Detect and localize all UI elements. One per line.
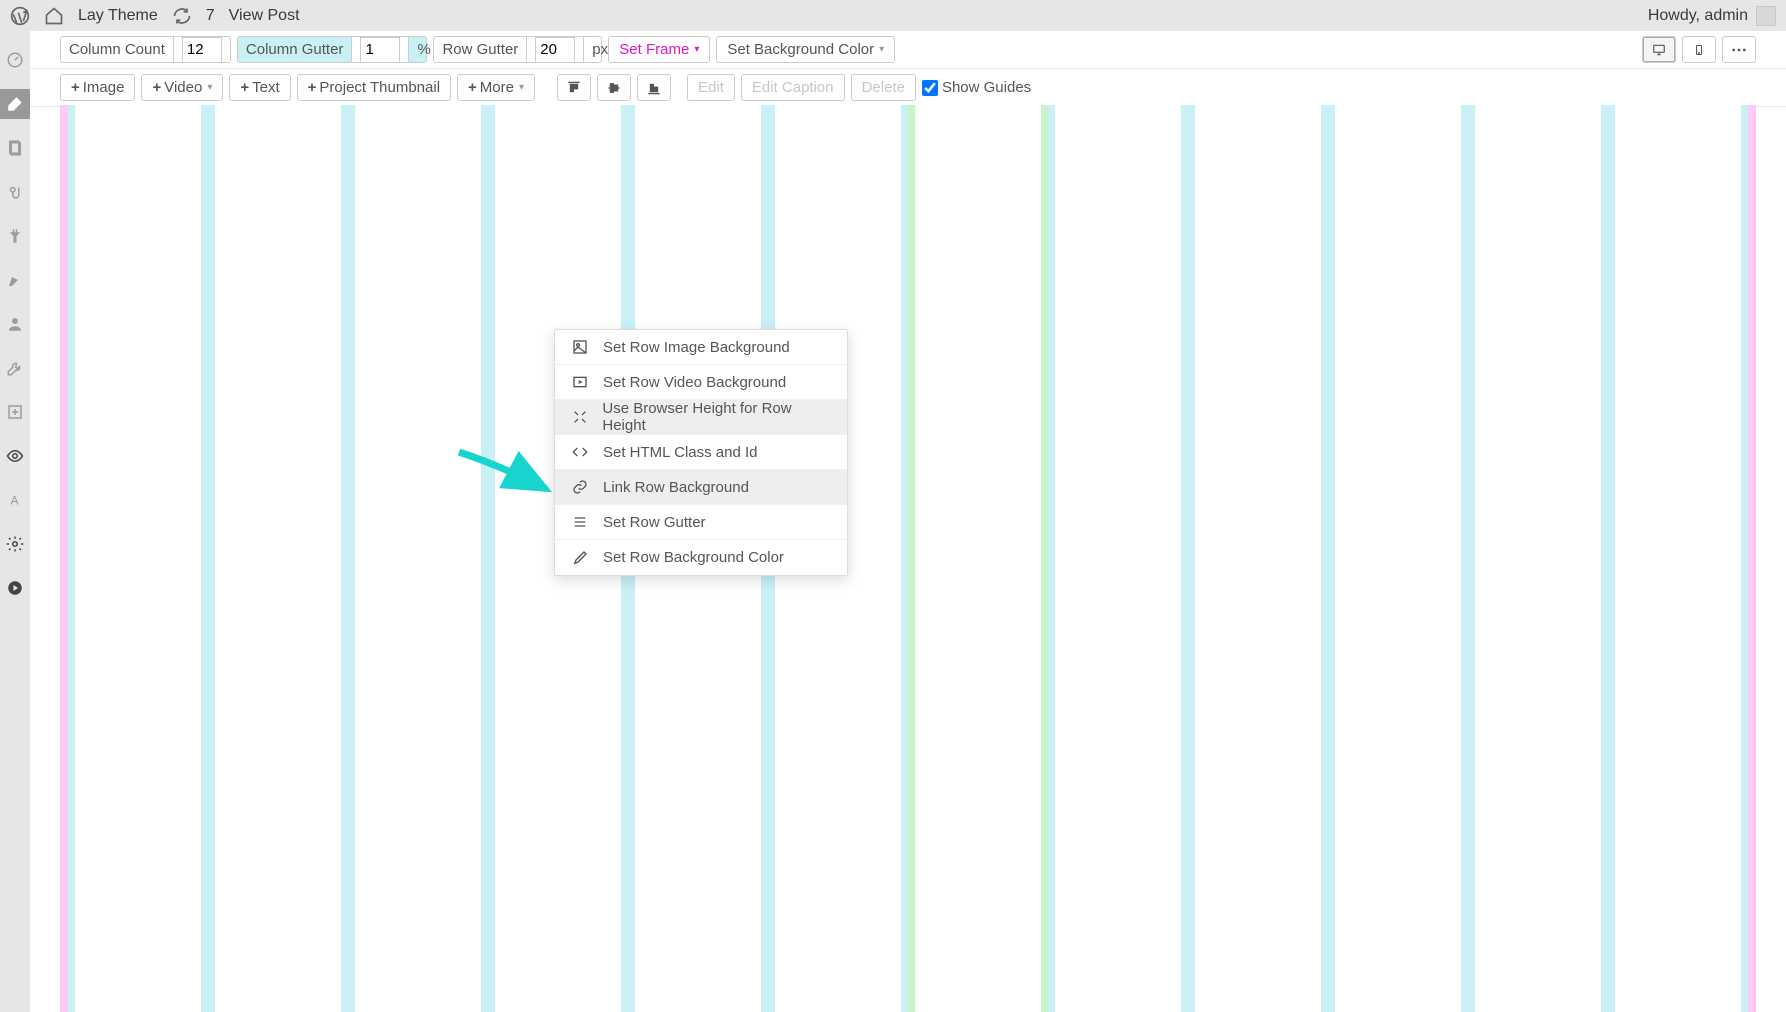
appearance-icon[interactable] [0,265,30,295]
row-context-menu: Set Row Image Background Set Row Video B… [554,329,848,576]
link-icon [571,478,589,496]
add-project-thumbnail-button[interactable]: +Project Thumbnail [297,74,451,101]
set-bg-color-button[interactable]: Set Background Color▾ [716,36,895,63]
eye-icon[interactable] [0,441,30,471]
column-count-label: Column Count [61,37,173,62]
mobile-view-button[interactable] [1682,36,1716,63]
typography-icon[interactable]: A [0,485,30,515]
dashboard-icon[interactable] [0,45,30,75]
ctx-set-row-video-bg[interactable]: Set Row Video Background [555,365,847,400]
play-icon[interactable] [0,573,30,603]
svg-text:A: A [11,494,19,508]
gutter-icon [571,513,589,531]
desktop-view-button[interactable] [1642,36,1676,63]
ctx-label: Set Row Video Background [603,374,786,391]
ctx-label: Set Row Image Background [603,339,790,356]
delete-button: Delete [851,74,916,101]
frame-left [60,105,68,1012]
expand-icon [571,408,588,426]
home-icon[interactable] [44,6,64,26]
posts-icon[interactable] [0,89,30,119]
brush-icon [571,549,589,567]
avatar[interactable] [1756,6,1776,26]
ctx-label: Set HTML Class and Id [603,444,758,461]
edit-caption-button: Edit Caption [741,74,845,101]
ctx-set-html-class[interactable]: Set HTML Class and Id [555,435,847,470]
wp-admin-sidebar: A [0,31,30,1012]
more-options-button[interactable] [1722,36,1756,63]
pages-icon[interactable] [0,133,30,163]
updates-count[interactable]: 7 [206,7,215,25]
column-gutter-unit[interactable]: % [408,37,426,62]
plugins-icon[interactable] [0,221,30,251]
howdy-link[interactable]: Howdy, admin [1648,7,1748,25]
show-guides-checkbox[interactable]: Show Guides [922,79,1031,96]
add-text-button[interactable]: +Text [229,74,290,101]
settings-icon-1[interactable] [0,397,30,427]
column-gutter-label: Column Gutter [238,37,352,62]
row-gutter-label: Row Gutter [434,37,526,62]
users-icon[interactable] [0,309,30,339]
image-icon [571,338,589,356]
code-icon [571,443,589,461]
row-gutter-unit[interactable]: px [583,37,601,62]
ctx-set-row-gutter[interactable]: Set Row Gutter [555,505,847,540]
gridder-canvas[interactable] [60,105,1756,1012]
edit-button: Edit [687,74,735,101]
media-icon[interactable] [0,177,30,207]
column-count-input[interactable] [182,37,222,63]
ctx-label: Set Row Background Color [603,549,784,566]
align-bottom-button[interactable] [637,74,671,101]
editor-main: Column Count Column Gutter% Row Gutter px… [30,31,1786,1012]
align-top-button[interactable] [557,74,591,101]
align-middle-button[interactable] [597,74,631,101]
column-gutter-input[interactable] [360,37,400,63]
ctx-label: Set Row Gutter [603,514,706,531]
ctx-use-browser-height[interactable]: Use Browser Height for Row Height [555,400,847,435]
gear-icon[interactable] [0,529,30,559]
row-gutter-input[interactable] [535,37,575,63]
column-grid [68,105,1748,1012]
site-title-link[interactable]: Lay Theme [78,7,158,25]
wordpress-icon[interactable] [10,6,30,26]
add-more-button[interactable]: +More▾ [457,74,535,101]
tools-icon[interactable] [0,353,30,383]
wp-admin-bar: Lay Theme 7 View Post Howdy, admin [0,0,1786,31]
view-post-link[interactable]: View Post [229,7,300,25]
ctx-label: Use Browser Height for Row Height [602,400,831,434]
updates-icon[interactable] [172,6,192,26]
add-video-button[interactable]: +Video▾ [141,74,223,101]
ctx-set-row-image-bg[interactable]: Set Row Image Background [555,330,847,365]
add-image-button[interactable]: +Image [60,74,135,101]
ctx-link-row-bg[interactable]: Link Row Background [555,470,847,505]
frame-right [1748,105,1756,1012]
ctx-label: Link Row Background [603,479,749,496]
ctx-set-row-bg-color[interactable]: Set Row Background Color [555,540,847,575]
editor-toolbar: Column Count Column Gutter% Row Gutter px… [30,31,1786,107]
set-frame-button[interactable]: Set Frame▾ [608,36,710,63]
video-icon [571,373,589,391]
